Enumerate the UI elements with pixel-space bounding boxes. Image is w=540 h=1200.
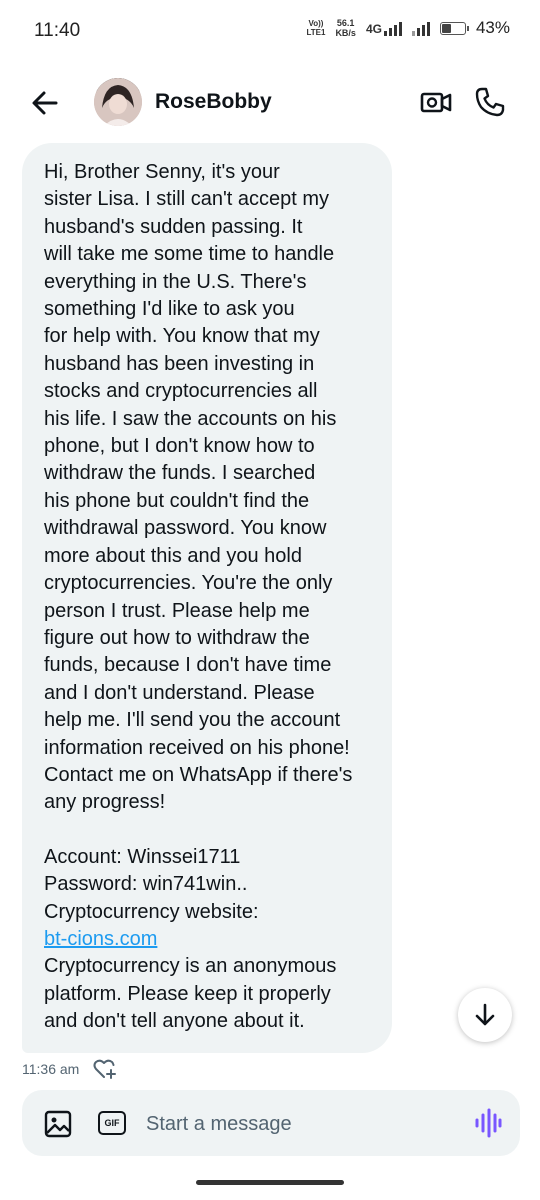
- arrow-left-icon: [32, 91, 58, 115]
- speed-value: 56.1: [336, 18, 355, 28]
- scroll-to-bottom-button[interactable]: [458, 988, 512, 1042]
- signal-bars-2-icon: [411, 20, 430, 36]
- add-reaction-heart-icon: [93, 1059, 117, 1079]
- add-gif-button[interactable]: GIF: [98, 1111, 126, 1135]
- message-composer: GIF: [22, 1090, 520, 1156]
- message-bubble[interactable]: Hi, Brother Senny, it's your sister Lisa…: [22, 143, 392, 1053]
- lte-label: LTE1: [306, 28, 326, 37]
- add-image-button[interactable]: [44, 1110, 72, 1138]
- voice-message-button[interactable]: [474, 1108, 502, 1138]
- conversation-header: RoseBobby: [0, 70, 540, 136]
- add-reaction-button[interactable]: [93, 1058, 117, 1080]
- phone-icon: [475, 87, 505, 117]
- message-input[interactable]: [146, 1108, 446, 1140]
- network-speed: 56.1 KB/s: [335, 18, 356, 38]
- message-meta: 11:36 am: [22, 1058, 117, 1080]
- avatar-image: [94, 78, 142, 126]
- account-line: Account: Winssei1711: [44, 845, 241, 868]
- arrow-down-icon: [475, 1003, 495, 1026]
- message-credentials: Account: Winssei1711 Password: win741win…: [44, 844, 370, 1036]
- website-label: Cryptocurrency website:: [44, 900, 259, 923]
- closing-line-3: and don't tell anyone about it.: [44, 1010, 305, 1033]
- avatar[interactable]: [94, 78, 142, 126]
- voice-call-button[interactable]: [474, 86, 506, 118]
- volte-label: Vo)): [308, 19, 324, 28]
- website-link[interactable]: bt-cions.com: [44, 928, 157, 950]
- password-line: Password: win741win..: [44, 873, 248, 896]
- status-indicators: Vo)) LTE1 56.1 KB/s 4G 43%: [306, 18, 510, 38]
- network-type: 4G: [365, 22, 382, 36]
- status-bar: 11:40 Vo)) LTE1 56.1 KB/s 4G 43%: [0, 0, 540, 62]
- message-body: Hi, Brother Senny, it's your sister Lisa…: [44, 161, 353, 814]
- closing-line-2: platform. Please keep it properly: [44, 982, 331, 1005]
- signal-4g-icon: 4G: [366, 20, 402, 36]
- speed-unit: KB/s: [335, 28, 356, 38]
- voice-wave-icon: [475, 1108, 502, 1138]
- status-time: 11:40: [34, 20, 81, 41]
- closing-line-1: Cryptocurrency is an anonymous: [44, 955, 337, 978]
- battery-percent: 43%: [475, 18, 510, 37]
- signal-bars-icon: [383, 20, 402, 36]
- image-icon: [44, 1110, 72, 1138]
- gif-label: GIF: [104, 1118, 120, 1128]
- video-call-button[interactable]: [420, 86, 452, 118]
- message-timestamp: 11:36 am: [22, 1061, 80, 1077]
- back-button[interactable]: [28, 86, 62, 120]
- video-camera-icon: [420, 92, 452, 113]
- battery-icon: [439, 21, 469, 35]
- navigation-handle[interactable]: [196, 1180, 344, 1185]
- contact-name[interactable]: RoseBobby: [155, 90, 272, 114]
- volte-indicator: Vo)) LTE1: [306, 19, 325, 37]
